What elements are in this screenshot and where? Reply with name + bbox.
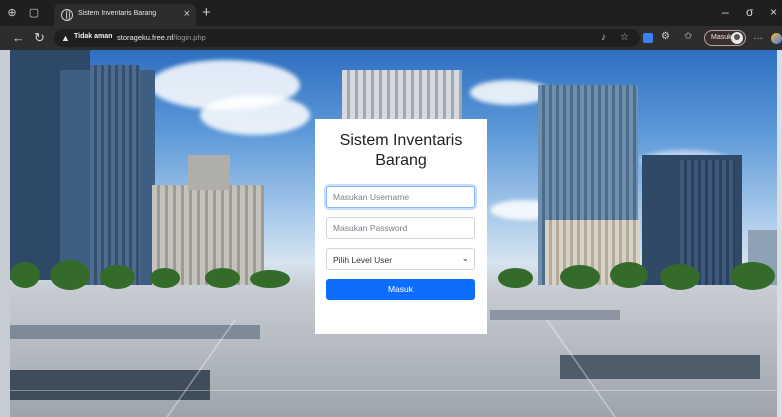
- extension-icon[interactable]: [643, 33, 653, 43]
- close-window-button[interactable]: ×: [770, 5, 777, 19]
- settings-icon[interactable]: ⚙: [661, 31, 670, 42]
- minimize-button[interactable]: –: [722, 5, 729, 19]
- profile-label: Masuk: [711, 34, 732, 41]
- tree: [730, 262, 775, 290]
- browser-title-bar: ⊕ ▢ Sistem Inventaris Barang × + – σ ×: [0, 0, 782, 26]
- plaza-bench: [560, 355, 760, 379]
- browser-tab[interactable]: Sistem Inventaris Barang ×: [54, 4, 196, 26]
- tree: [10, 262, 40, 288]
- back-icon[interactable]: ←: [12, 30, 25, 45]
- tree: [205, 268, 240, 288]
- page-title: Sistem Inventaris Barang: [339, 132, 463, 169]
- tree: [498, 268, 533, 288]
- username-input[interactable]: [326, 186, 475, 208]
- tree: [50, 260, 90, 290]
- maximize-button[interactable]: σ: [746, 5, 753, 19]
- login-button[interactable]: Masuk: [326, 279, 475, 300]
- new-tab-button[interactable]: +: [202, 4, 211, 21]
- tab-title: Sistem Inventaris Barang: [78, 10, 157, 17]
- chevron-down-icon: ⌄: [461, 253, 469, 263]
- tree: [250, 270, 290, 288]
- tree: [660, 264, 700, 290]
- tab-close-icon[interactable]: ×: [184, 8, 190, 20]
- workspaces-icon[interactable]: ⊕: [6, 7, 18, 19]
- building: [90, 65, 140, 285]
- user-level-select[interactable]: Pilih Level User ⌄: [326, 248, 475, 270]
- security-label[interactable]: Tidak aman: [74, 33, 112, 40]
- url-path: /login.php: [173, 33, 206, 42]
- login-card: Sistem Inventaris Barang Pilih Level Use…: [315, 119, 487, 334]
- browser-toolbar: ← ↻ ▲ Tidak aman storageku.free.nf/login…: [0, 26, 782, 50]
- collections-icon[interactable]: ✩: [684, 31, 692, 42]
- url-text[interactable]: storageku.free.nf/login.php: [117, 33, 206, 42]
- tree: [610, 262, 648, 288]
- read-aloud-icon[interactable]: ♪: [601, 32, 606, 43]
- cloud: [200, 95, 310, 135]
- password-input[interactable]: [326, 217, 475, 239]
- page-right-edge: [777, 50, 782, 417]
- tree: [100, 265, 135, 289]
- favorite-icon[interactable]: ☆: [620, 32, 629, 43]
- globe-icon: [61, 9, 73, 21]
- copilot-icon[interactable]: [771, 33, 782, 44]
- avatar: [731, 32, 743, 44]
- plaza-wall: [490, 310, 620, 320]
- tab-actions-icon[interactable]: ▢: [28, 7, 40, 19]
- address-bar[interactable]: ▲ Tidak aman storageku.free.nf/login.php…: [54, 29, 640, 47]
- plaza-line: [0, 390, 782, 391]
- menu-icon[interactable]: …: [753, 31, 763, 42]
- page-left-edge: [0, 50, 10, 417]
- tree: [560, 265, 600, 289]
- url-host: storageku.free.nf: [117, 33, 174, 42]
- tree: [150, 268, 180, 288]
- warning-icon: ▲: [61, 33, 70, 43]
- building-tower: [188, 155, 230, 190]
- profile-button[interactable]: Masuk: [704, 30, 746, 46]
- user-level-select-value: Pilih Level User: [333, 255, 393, 265]
- refresh-icon[interactable]: ↻: [34, 30, 45, 46]
